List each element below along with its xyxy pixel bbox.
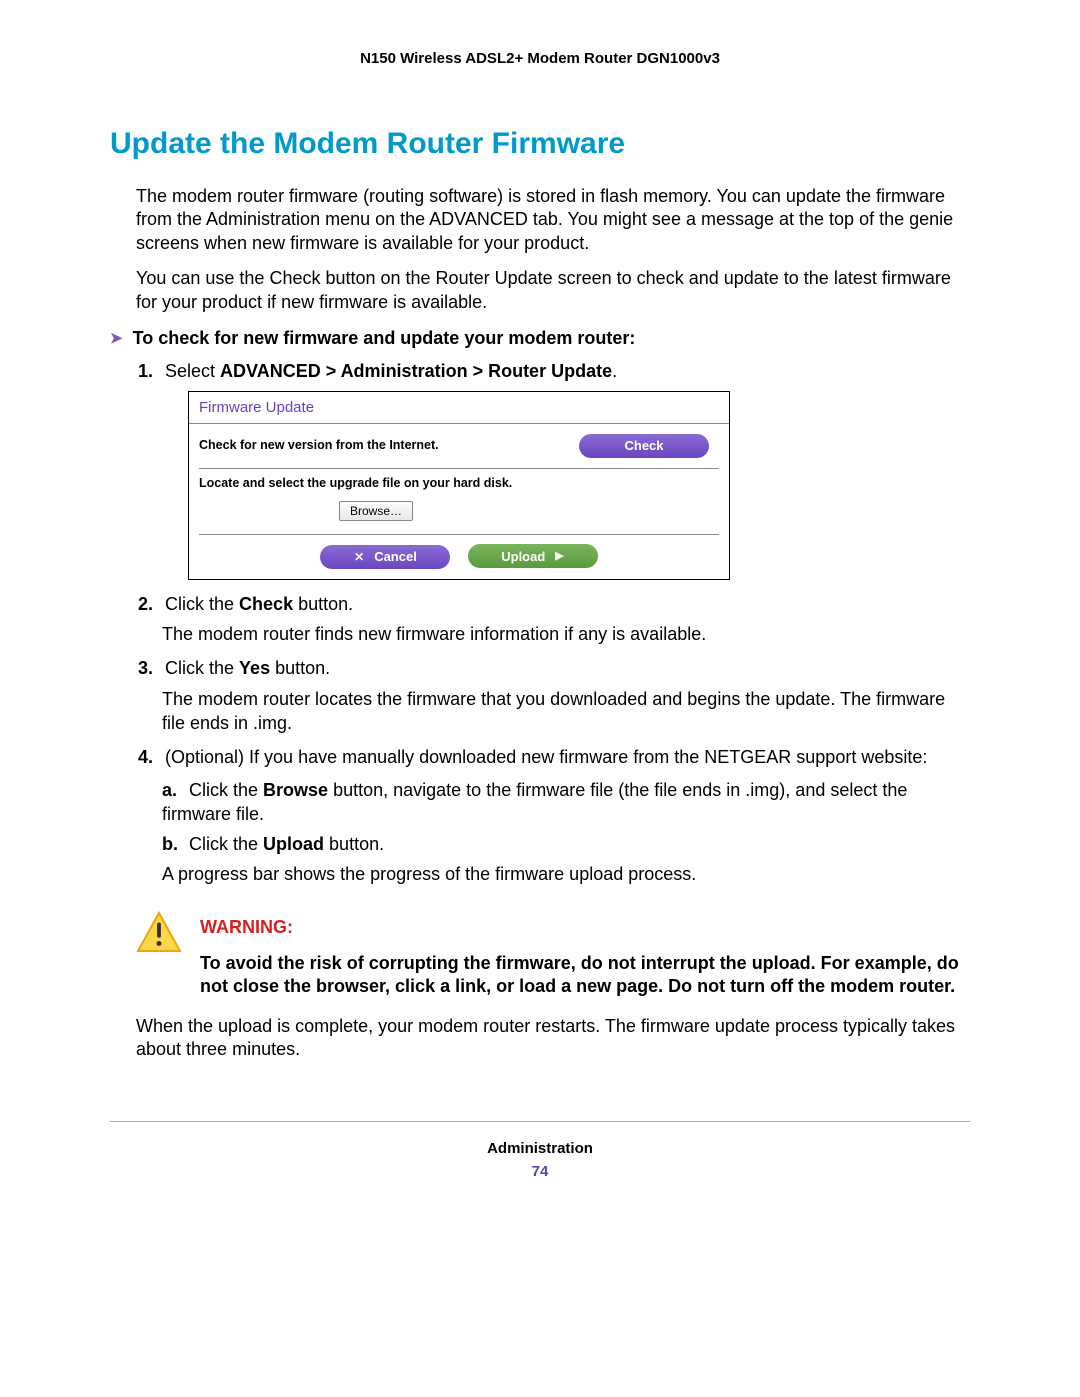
bottom-button-bar: ✕ Cancel Upload ▶ bbox=[199, 534, 719, 579]
substep-a: a. Click the Browse button, navigate to … bbox=[162, 778, 970, 827]
warning-text: To avoid the risk of corrupting the firm… bbox=[200, 952, 970, 999]
step-1: 1. Select ADVANCED > Administration > Ro… bbox=[138, 359, 970, 580]
step-2-bold: Check bbox=[239, 594, 293, 614]
page-title: Update the Modem Router Firmware bbox=[110, 127, 970, 161]
check-row: Check for new version from the Internet.… bbox=[189, 424, 729, 468]
step-3: 3. Click the Yes button. The modem route… bbox=[138, 656, 970, 735]
substep-letter: a. bbox=[162, 778, 184, 802]
footer-rule bbox=[110, 1121, 970, 1122]
intro-paragraph-2: You can use the Check button on the Rout… bbox=[110, 267, 970, 314]
panel-title: Firmware Update bbox=[189, 392, 729, 423]
triangle-bullet-icon: ➤ bbox=[110, 329, 123, 347]
warning-body: WARNING: To avoid the risk of corrupting… bbox=[200, 911, 970, 999]
intro-paragraph-1: The modem router firmware (routing softw… bbox=[110, 185, 970, 255]
upload-button[interactable]: Upload ▶ bbox=[468, 544, 598, 568]
step-4: 4. (Optional) If you have manually downl… bbox=[138, 745, 970, 886]
step-4-after: A progress bar shows the progress of the… bbox=[162, 862, 970, 886]
substep-b: b. Click the Upload button. bbox=[162, 832, 970, 856]
step-2: 2. Click the Check button. The modem rou… bbox=[138, 592, 970, 647]
closing-paragraph: When the upload is complete, your modem … bbox=[110, 1015, 970, 1062]
step-3-pre: Click the bbox=[165, 658, 239, 678]
page-footer: Administration 74 bbox=[110, 1140, 970, 1180]
step-4-text: (Optional) If you have manually download… bbox=[165, 747, 927, 767]
substep-letter: b. bbox=[162, 832, 184, 856]
cancel-button-label: Cancel bbox=[374, 548, 417, 566]
step-3-post: button. bbox=[270, 658, 330, 678]
step-number: 2. bbox=[138, 592, 160, 616]
step-number: 1. bbox=[138, 359, 160, 383]
step-number: 3. bbox=[138, 656, 160, 680]
procedure-heading: ➤ To check for new firmware and update yo… bbox=[110, 328, 970, 349]
browse-button[interactable]: Browse… bbox=[339, 501, 413, 521]
warning-icon bbox=[136, 911, 182, 999]
step-1-bold: ADVANCED > Administration > Router Updat… bbox=[220, 361, 612, 381]
upload-button-label: Upload bbox=[501, 548, 545, 566]
substep-b-post: button. bbox=[324, 834, 384, 854]
steps-list: 1. Select ADVANCED > Administration > Ro… bbox=[138, 359, 970, 887]
firmware-update-screenshot: Firmware Update Check for new version fr… bbox=[188, 391, 730, 580]
check-label: Check for new version from the Internet. bbox=[199, 437, 573, 454]
footer-section: Administration bbox=[110, 1140, 970, 1157]
locate-row: Locate and select the upgrade file on yo… bbox=[189, 469, 729, 534]
substep-a-bold: Browse bbox=[263, 780, 328, 800]
step-1-prefix: Select bbox=[165, 361, 220, 381]
step-number: 4. bbox=[138, 745, 160, 769]
step-2-post: button. bbox=[293, 594, 353, 614]
close-icon: ✕ bbox=[354, 549, 364, 565]
page-number: 74 bbox=[110, 1163, 970, 1180]
step-3-bold: Yes bbox=[239, 658, 270, 678]
step-3-after: The modem router locates the firmware th… bbox=[162, 687, 970, 736]
procedure-heading-text: To check for new firmware and update you… bbox=[133, 328, 636, 348]
play-icon: ▶ bbox=[555, 549, 563, 564]
step-1-suffix: . bbox=[612, 361, 617, 381]
cancel-button[interactable]: ✕ Cancel bbox=[320, 545, 450, 569]
check-button-label: Check bbox=[624, 437, 663, 455]
substeps-list: a. Click the Browse button, navigate to … bbox=[162, 778, 970, 857]
substep-b-bold: Upload bbox=[263, 834, 324, 854]
check-button[interactable]: Check bbox=[579, 434, 709, 458]
running-header: N150 Wireless ADSL2+ Modem Router DGN100… bbox=[110, 50, 970, 67]
locate-label: Locate and select the upgrade file on yo… bbox=[199, 475, 719, 492]
substep-a-pre: Click the bbox=[189, 780, 263, 800]
step-2-pre: Click the bbox=[165, 594, 239, 614]
step-2-after: The modem router finds new firmware info… bbox=[162, 622, 970, 646]
substep-b-pre: Click the bbox=[189, 834, 263, 854]
warning-label: WARNING: bbox=[200, 917, 970, 938]
warning-block: WARNING: To avoid the risk of corrupting… bbox=[136, 911, 970, 999]
document-page: N150 Wireless ADSL2+ Modem Router DGN100… bbox=[0, 0, 1080, 1220]
